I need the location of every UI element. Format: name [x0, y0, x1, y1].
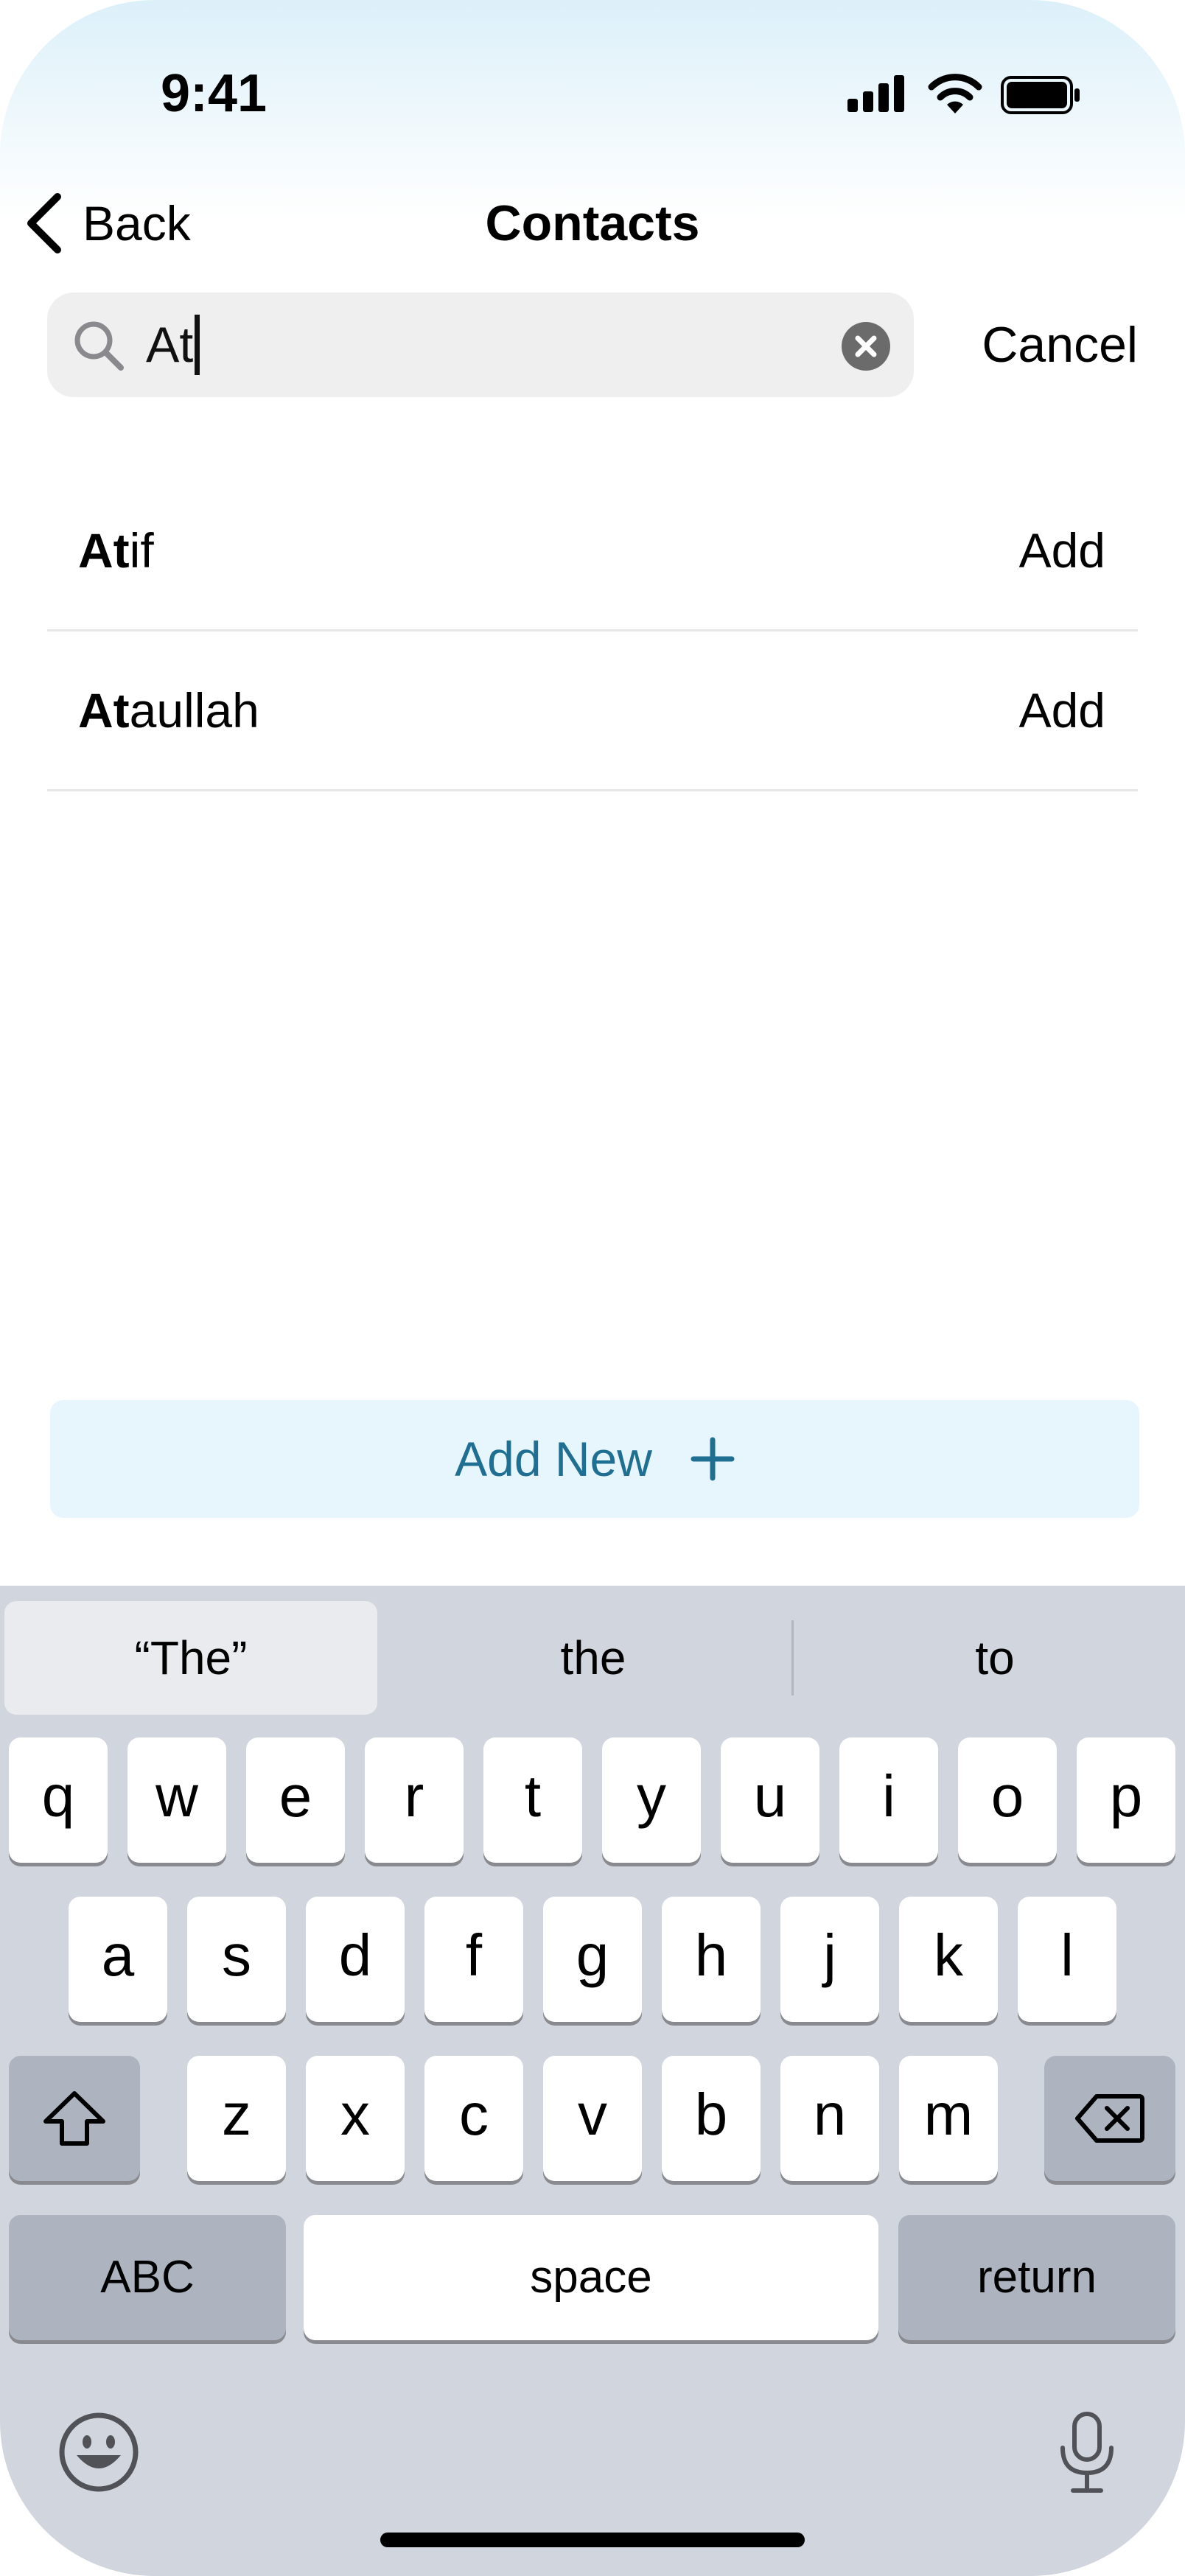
abc-key[interactable]: ABC [9, 2215, 286, 2340]
key-o[interactable]: o [958, 1737, 1057, 1863]
search-field[interactable]: At [47, 293, 914, 397]
status-time: 9:41 [160, 64, 268, 123]
key-d[interactable]: d [306, 1897, 405, 2022]
key-f[interactable]: f [424, 1897, 523, 2022]
battery-icon [1001, 76, 1080, 114]
search-query-text: At [146, 317, 194, 373]
back-label: Back [83, 196, 191, 251]
key-v[interactable]: v [543, 2056, 642, 2181]
key-x[interactable]: x [306, 2056, 405, 2181]
key-e[interactable]: e [246, 1737, 345, 1863]
key-m[interactable]: m [899, 2056, 998, 2181]
suggestion-divider [791, 1620, 794, 1695]
key-b[interactable]: b [662, 2056, 761, 2181]
key-w[interactable]: w [127, 1737, 226, 1863]
shift-arrow-icon [43, 2091, 105, 2146]
add-new-label: Add New [455, 1432, 652, 1486]
contact-name: Atif [78, 472, 154, 629]
key-g[interactable]: g [543, 1897, 642, 2022]
space-key[interactable]: space [304, 2215, 878, 2340]
text-caret [195, 315, 200, 375]
key-c[interactable]: c [424, 2056, 523, 2181]
page-title: Contacts [485, 195, 700, 251]
add-contact-button[interactable]: Add [1019, 472, 1105, 629]
contact-row[interactable]: Ataullah Add [47, 631, 1138, 791]
key-y[interactable]: y [602, 1737, 701, 1863]
microphone-icon[interactable] [1054, 2411, 1120, 2496]
key-n[interactable]: n [780, 2056, 879, 2181]
add-contact-button[interactable]: Add [1019, 631, 1105, 789]
name-rest: aullah [129, 683, 259, 738]
backspace-icon [1075, 2094, 1144, 2143]
key-r[interactable]: r [365, 1737, 464, 1863]
clear-search-button[interactable] [842, 322, 890, 371]
key-i[interactable]: i [839, 1737, 938, 1863]
contact-name: Ataullah [78, 631, 259, 789]
key-h[interactable]: h [662, 1897, 761, 2022]
key-z[interactable]: z [187, 2056, 286, 2181]
keyboard: “The” the to q w e r t y u i o p a s d f… [0, 1586, 1185, 2576]
shift-key[interactable] [9, 2056, 140, 2181]
key-k[interactable]: k [899, 1897, 998, 2022]
clear-x-icon [855, 335, 877, 357]
delete-key[interactable] [1044, 2056, 1175, 2181]
search-icon [74, 321, 124, 371]
back-button[interactable]: Back [22, 190, 191, 256]
search-input[interactable]: At [146, 315, 200, 375]
key-s[interactable]: s [187, 1897, 286, 2022]
key-j[interactable]: j [780, 1897, 879, 2022]
key-t[interactable]: t [483, 1737, 582, 1863]
return-key[interactable]: return [898, 2215, 1175, 2340]
chevron-left-icon [27, 193, 61, 253]
plus-icon [691, 1437, 735, 1481]
suggestion-1[interactable]: “The” [4, 1601, 377, 1715]
name-match-highlight: At [78, 683, 130, 738]
contact-row[interactable]: Atif Add [47, 472, 1138, 631]
key-l[interactable]: l [1018, 1897, 1116, 2022]
wifi-icon [928, 74, 982, 113]
suggestion-3[interactable]: to [803, 1601, 1185, 1715]
emoji-icon[interactable] [57, 2411, 140, 2493]
name-match-highlight: At [78, 523, 130, 578]
name-rest: if [129, 523, 154, 578]
add-new-button[interactable]: Add New [50, 1400, 1139, 1518]
key-u[interactable]: u [721, 1737, 819, 1863]
phone-screen: 9:41 Back Contacts At Cancel Atif Add At… [0, 0, 1185, 2576]
suggestion-2[interactable]: the [402, 1601, 785, 1715]
key-q[interactable]: q [9, 1737, 108, 1863]
key-a[interactable]: a [69, 1897, 167, 2022]
cancel-button[interactable]: Cancel [946, 311, 1138, 379]
cellular-signal-icon [847, 75, 904, 112]
home-indicator [380, 2533, 805, 2547]
key-p[interactable]: p [1077, 1737, 1175, 1863]
